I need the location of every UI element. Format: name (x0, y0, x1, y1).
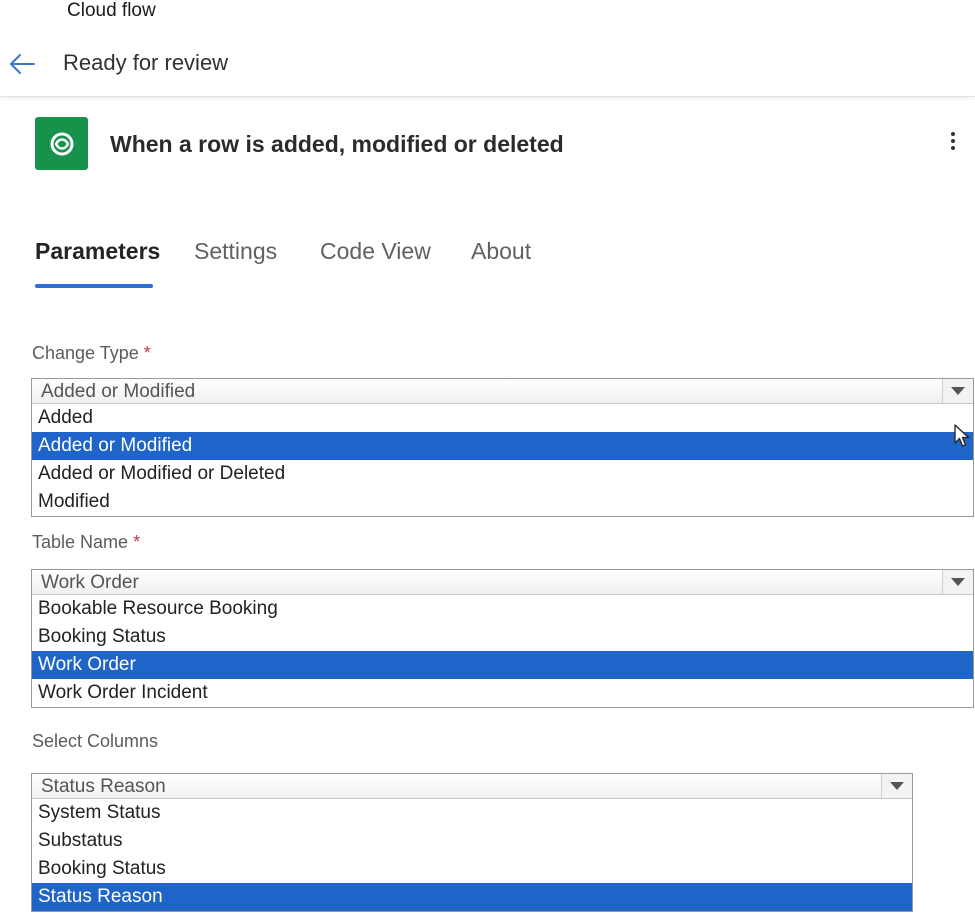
change-type-label-text: Change Type (32, 343, 139, 363)
dataverse-icon (35, 117, 88, 170)
table-name-label-text: Table Name (32, 532, 129, 552)
table-name-label: Table Name * (32, 532, 140, 553)
change-type-label: Change Type * (32, 343, 151, 364)
select-columns-select[interactable]: Status Reason (32, 774, 912, 799)
option-work-order[interactable]: Work Order (32, 651, 973, 679)
app-title: Cloud flow (67, 0, 156, 21)
table-name-dropdown[interactable]: Work Order Bookable Resource Booking Boo… (31, 569, 974, 708)
tab-about[interactable]: About (471, 238, 531, 265)
table-name-select[interactable]: Work Order (32, 570, 973, 595)
option-added-or-modified[interactable]: Added or Modified (32, 432, 973, 460)
header-bar: Ready for review (0, 30, 975, 97)
change-type-dropdown[interactable]: Added or Modified Added Added or Modifie… (31, 378, 974, 517)
change-type-select[interactable]: Added or Modified (32, 379, 973, 404)
option-added-or-modified-or-deleted[interactable]: Added or Modified or Deleted (32, 460, 973, 488)
dropdown-arrow-icon[interactable] (942, 379, 973, 403)
option-substatus[interactable]: Substatus (32, 827, 912, 855)
option-status-reason[interactable]: Status Reason (32, 883, 912, 911)
option-booking-status[interactable]: Booking Status (32, 855, 912, 883)
option-system-status[interactable]: System Status (32, 799, 912, 827)
select-columns-dropdown[interactable]: Status Reason System Status Substatus Bo… (31, 773, 913, 912)
option-bookable-resource-booking[interactable]: Bookable Resource Booking (32, 595, 973, 623)
change-type-value: Added or Modified (41, 381, 196, 402)
option-added[interactable]: Added (32, 404, 973, 432)
tab-code-view[interactable]: Code View (320, 238, 431, 265)
dropdown-arrow-icon[interactable] (942, 570, 973, 594)
trigger-title: When a row is added, modified or deleted (110, 131, 564, 157)
table-name-value: Work Order (41, 572, 139, 593)
back-arrow-icon[interactable] (6, 48, 38, 80)
dropdown-arrow-icon[interactable] (881, 774, 912, 798)
page-title: Ready for review (63, 50, 229, 75)
more-options-icon[interactable] (941, 129, 965, 157)
select-columns-label-text: Select Columns (32, 731, 159, 751)
required-mark: * (133, 532, 141, 552)
active-tab-indicator (35, 284, 153, 288)
tab-settings[interactable]: Settings (194, 238, 277, 265)
option-booking-status[interactable]: Booking Status (32, 623, 973, 651)
trigger-card[interactable]: When a row is added, modified or deleted (35, 117, 965, 173)
required-mark: * (143, 343, 151, 363)
select-columns-value: Status Reason (41, 776, 166, 797)
option-modified[interactable]: Modified (32, 488, 973, 516)
select-columns-label: Select Columns (32, 731, 158, 752)
tab-parameters[interactable]: Parameters (35, 238, 160, 265)
option-work-order-incident[interactable]: Work Order Incident (32, 679, 973, 707)
